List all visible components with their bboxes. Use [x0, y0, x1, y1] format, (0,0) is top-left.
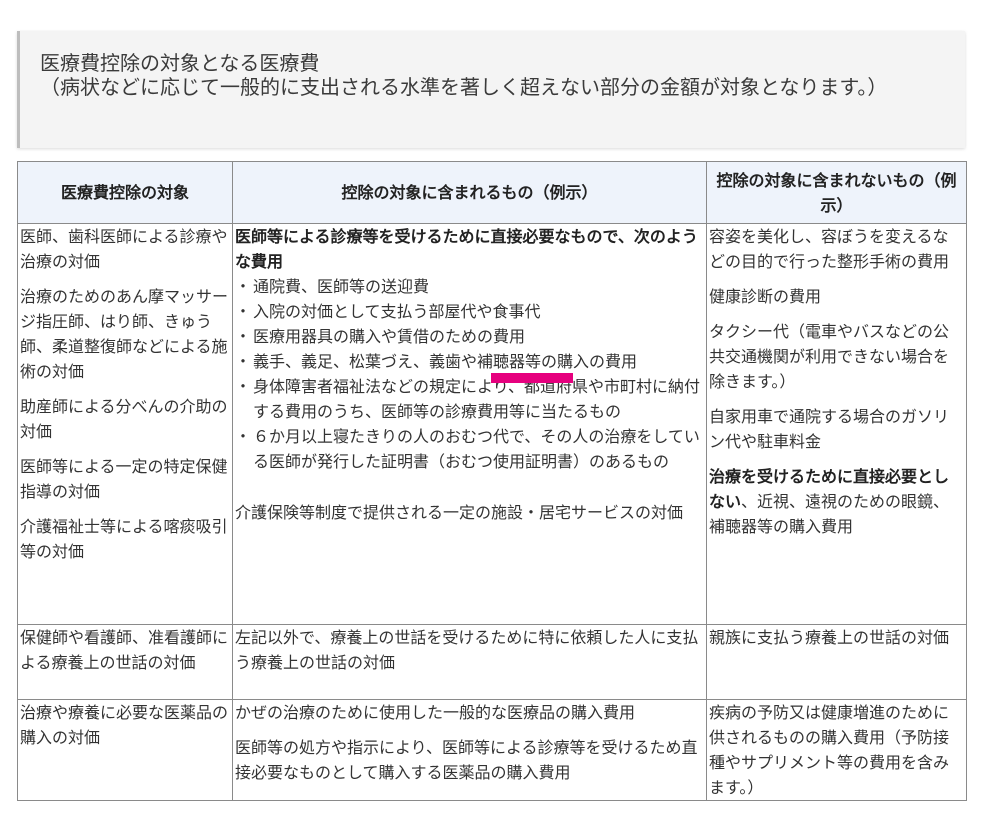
included-item: かぜの治療のために使用した一般的な医療品の購入費用 [235, 703, 636, 722]
excluded-item: タクシー代（電車やバスなどの公共交通機関が利用できない場合を除きます。） [709, 322, 950, 391]
list-item: ６か月以上寝たきりの人のおむつ代で、その人の治療をしている医師が発行した証明書（… [235, 424, 704, 474]
included-list: 通院費、医師等の送迎費 入院の対価として支払う部屋代や食事代 医療用器具の購入や… [235, 274, 704, 474]
included-item: 医師等の処方や指示により、医師等による診療等を受けるため直接必要なものとして購入… [235, 738, 698, 782]
excluded-item: 自家用車で通院する場合のガソリン代や駐車料金 [709, 407, 950, 451]
excluded-item: 健康診断の費用 [709, 287, 822, 306]
deduction-table: 医療費控除の対象 控除の対象に含まれるもの（例示） 控除の対象に含まれないもの（… [17, 161, 967, 801]
cell-included: 左記以外で、療養上の世話を受けるために特に依頼した人に支払う療養上の世話の対価 [232, 624, 707, 700]
table-row: 医師、歯科医師による診療や治療の対価 治療のためのあん摩マッサージ指圧師、はり師… [17, 223, 967, 625]
included-note: 介護保険等制度で提供される一定の施設・居宅サービスの対価 [235, 503, 684, 522]
cell-excluded: 容姿を美化し、容ぼうを変えるなどの目的で行った整形手術の費用 健康診断の費用 タ… [706, 223, 967, 625]
header-excluded: 控除の対象に含まれないもの（例示） [706, 161, 967, 224]
included-heading: 医師等による診療等を受けるために直接必要なもので、次のような費用 [235, 227, 698, 271]
cell-included: 医師等による診療等を受けるために直接必要なもので、次のような費用 通院費、医師等… [232, 223, 707, 625]
list-item: 義手、義足、松葉づえ、義歯や補聴器等の購入の費用 [235, 349, 704, 374]
highlight-mark [491, 373, 573, 383]
list-item: 医療用器具の購入や賃借のための費用 [235, 324, 704, 349]
page-title: 医療費控除の対象となる医療費 [40, 51, 320, 75]
target-item: 治療のためのあん摩マッサージ指圧師、はり師、きゅう師、柔道整復師などによる施術の… [20, 287, 229, 381]
header-target: 医療費控除の対象 [17, 161, 233, 224]
list-item: 通院費、医師等の送迎費 [235, 274, 704, 299]
cell-included: かぜの治療のために使用した一般的な医療品の購入費用 医師等の処方や指示により、医… [232, 699, 707, 801]
excluded-rest-text: 、近視、遠視のための眼鏡、補聴器等の購入費用 [709, 492, 950, 536]
table-row: 治療や療養に必要な医薬品の購入の対価 かぜの治療のために使用した一般的な医療品の… [17, 699, 967, 801]
target-item: 介護福祉士等による喀痰吸引等の対価 [20, 517, 228, 561]
page-title-box: 医療費控除の対象となる医療費 （病状などに応じて一般的に支出される水準を著しく超… [17, 31, 965, 148]
cell-excluded: 疾病の予防又は健康増進のために供されるものの購入費用（予防接種やサプリメント等の… [706, 699, 967, 801]
target-item: 医師等による一定の特定保健指導の対価 [20, 457, 228, 501]
target-item: 助産師による分べんの介助の対価 [20, 397, 228, 441]
cell-target: 医師、歯科医師による診療や治療の対価 治療のためのあん摩マッサージ指圧師、はり師… [17, 223, 233, 625]
table-row: 保健師や看護師、准看護師による療養上の世話の対価 左記以外で、療養上の世話を受け… [17, 624, 967, 700]
excluded-item: 容姿を美化し、容ぼうを変えるなどの目的で行った整形手術の費用 [709, 227, 950, 271]
page-subtitle: （病状などに応じて一般的に支出される水準を著しく超えない部分の金額が対象となりま… [40, 75, 888, 99]
header-included: 控除の対象に含まれるもの（例示） [232, 161, 707, 224]
list-item: 身体障害者福祉法などの規定により、都道府県や市町村に納付する費用のうち、医師等の… [235, 374, 704, 424]
cell-target: 治療や療養に必要な医薬品の購入の対価 [17, 699, 233, 801]
list-item: 入院の対価として支払う部屋代や食事代 [235, 299, 704, 324]
cell-excluded: 親族に支払う療養上の世話の対価 [706, 624, 967, 700]
excluded-item-last: 治療を受けるために直接必要としない、近視、遠視のための眼鏡、補聴器等の購入費用 [709, 464, 964, 539]
table-header-row: 医療費控除の対象 控除の対象に含まれるもの（例示） 控除の対象に含まれないもの（… [17, 161, 967, 224]
cell-target: 保健師や看護師、准看護師による療養上の世話の対価 [17, 624, 233, 700]
target-item: 医師、歯科医師による診療や治療の対価 [20, 227, 228, 271]
